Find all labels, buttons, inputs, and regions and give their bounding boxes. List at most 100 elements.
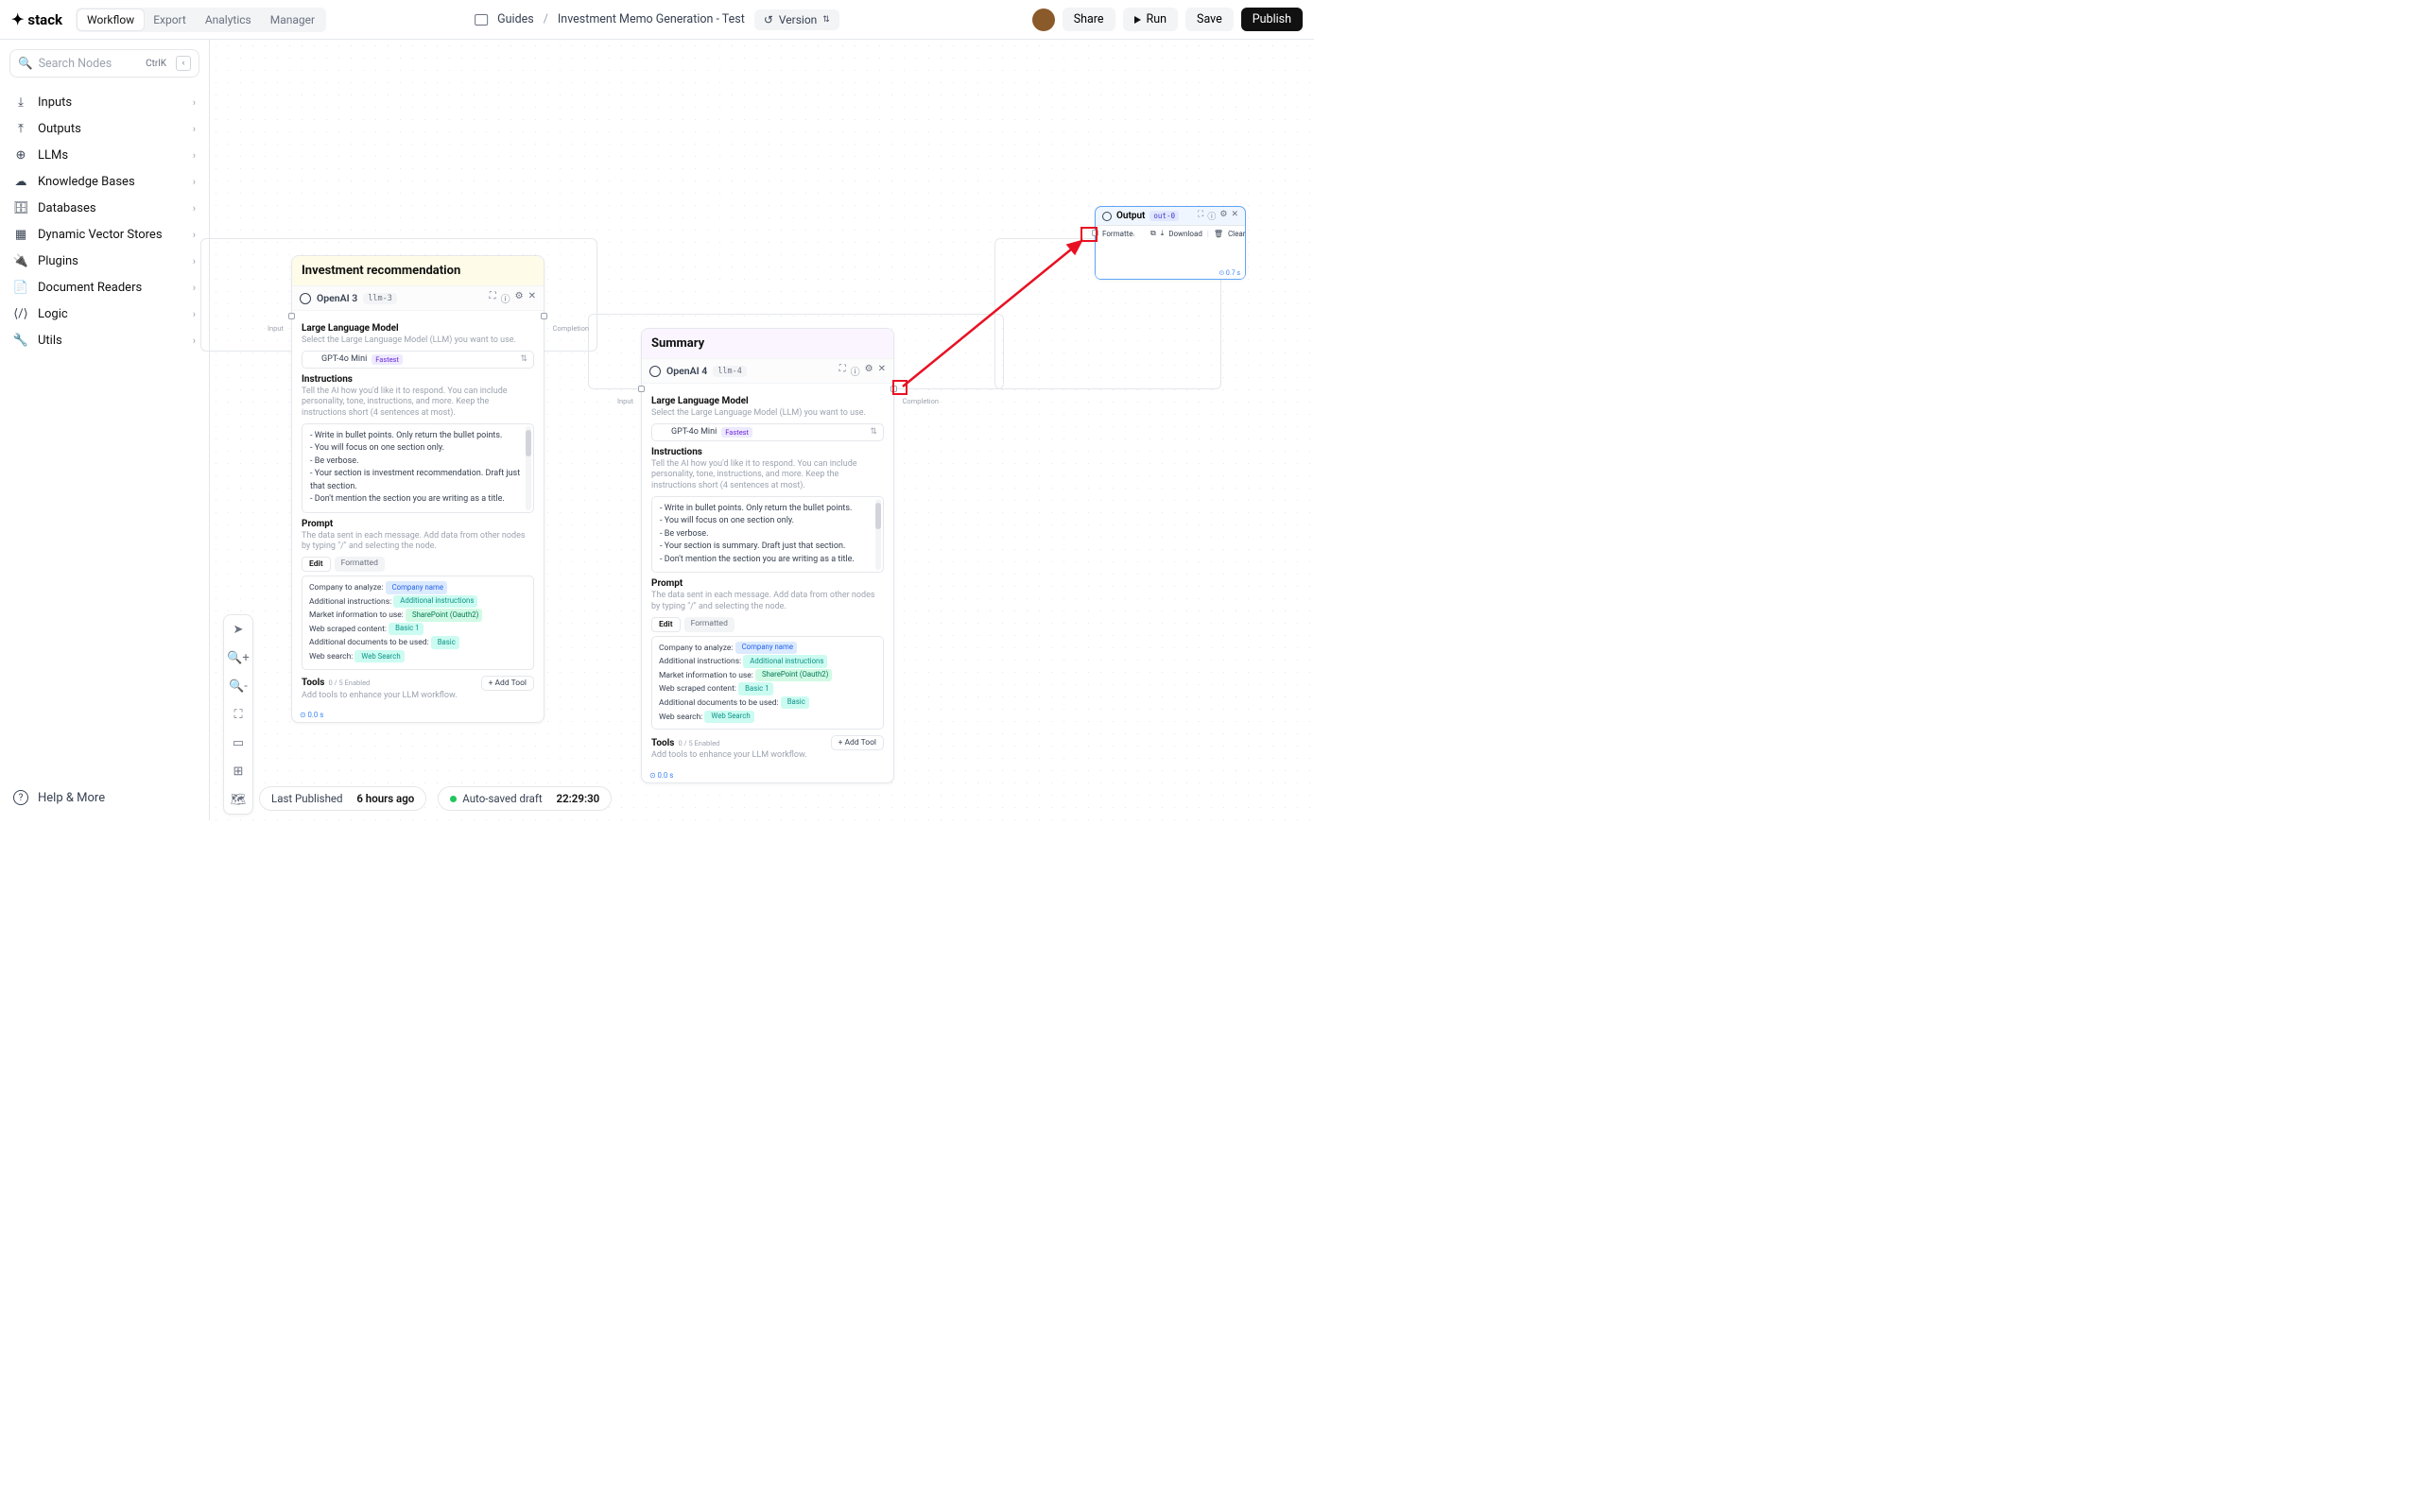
zoom-in-tool[interactable]: 🔍+: [224, 644, 252, 672]
expand-icon[interactable]: ⛶: [490, 291, 496, 305]
chip-company-name[interactable]: Company name: [735, 642, 797, 654]
chip-basic[interactable]: Basic: [781, 696, 809, 709]
instructions-textarea[interactable]: Write in bullet points. Only return the …: [651, 496, 884, 574]
chip-basic1[interactable]: Basic 1: [389, 623, 423, 635]
run-button[interactable]: Run: [1123, 8, 1179, 31]
scrollbar[interactable]: [875, 499, 881, 571]
node-summary[interactable]: Summary OpenAI 4 llm-4 ⛶ ⓘ ⚙ ✕ Large Lan…: [641, 328, 894, 783]
help-more[interactable]: ?Help & More: [9, 784, 199, 811]
chip-sharepoint[interactable]: SharePoint (Oauth2): [406, 609, 482, 621]
node-model-name: OpenAI 3: [317, 292, 357, 304]
port-input[interactable]: [288, 313, 295, 319]
tab-export[interactable]: Export: [144, 9, 196, 30]
fit-view-tool[interactable]: ⛶: [224, 700, 252, 729]
prompt-label: Additional documents to be used:: [659, 698, 779, 708]
section-llm-desc: Select the Large Language Model (LLM) yo…: [302, 335, 534, 347]
chip-websearch[interactable]: Web Search: [354, 650, 404, 662]
share-button[interactable]: Share: [1063, 8, 1115, 31]
tab-edit[interactable]: Edit: [302, 557, 331, 572]
instructions-textarea[interactable]: Write in bullet points. Only return the …: [302, 423, 534, 513]
port-output[interactable]: [541, 313, 547, 319]
cat-utils[interactable]: 🔧Utils›: [9, 327, 199, 353]
chip-additional-instructions[interactable]: Additional instructions: [393, 595, 477, 608]
gear-icon[interactable]: ⚙: [865, 364, 873, 378]
version-selector[interactable]: ↺Version⇅: [754, 9, 839, 30]
sidebar: 🔍 Search Nodes CtrlK ‹ ⤓Inputs› ⤒Outputs…: [0, 40, 210, 820]
scrollbar[interactable]: [526, 426, 531, 510]
collapse-sidebar-icon[interactable]: ‹: [176, 56, 191, 71]
save-button[interactable]: Save: [1185, 8, 1234, 31]
info-icon[interactable]: ⓘ: [501, 291, 510, 305]
close-icon[interactable]: ✕: [1231, 210, 1238, 222]
clear-label[interactable]: Clear: [1228, 230, 1245, 238]
close-icon[interactable]: ✕: [878, 364, 886, 378]
cat-vector[interactable]: ▦Dynamic Vector Stores›: [9, 221, 199, 248]
status-row: Last Published 6 hours ago Auto-saved dr…: [259, 786, 612, 811]
port-input-label: Input: [268, 324, 284, 333]
chevron-updown-icon: ⇅: [520, 354, 527, 364]
tab-formatted[interactable]: Formatted: [684, 617, 735, 632]
grid-tool[interactable]: ⊞: [224, 757, 252, 785]
cat-plugins[interactable]: 🔌Plugins›: [9, 248, 199, 274]
folder-icon: [475, 14, 488, 26]
expand-icon[interactable]: ⛶: [1198, 210, 1203, 222]
add-tool-button[interactable]: + Add Tool: [481, 676, 534, 691]
info-icon[interactable]: ⓘ: [1207, 210, 1216, 222]
section-llm-desc: Select the Large Language Model (LLM) yo…: [651, 408, 884, 420]
map-tool[interactable]: 🗺: [224, 785, 252, 814]
cat-llms[interactable]: ⊕LLMs›: [9, 142, 199, 168]
add-tool-button[interactable]: + Add Tool: [831, 735, 884, 750]
cat-outputs[interactable]: ⤒Outputs›: [9, 115, 199, 142]
gear-icon[interactable]: ⚙: [1219, 210, 1227, 222]
tab-formatted[interactable]: Formatted: [335, 557, 385, 572]
database-icon: 🗄: [13, 200, 28, 215]
instruction-line: You will focus on one section only.: [310, 442, 526, 455]
chip-basic[interactable]: Basic: [431, 636, 459, 648]
crumb-guides[interactable]: Guides: [497, 12, 534, 26]
upload-icon: ⤒: [13, 121, 28, 136]
node-output[interactable]: Output out-0 ⛶ ⓘ ⚙ ✕ Formatted ⧉ ⤓Downlo…: [1095, 206, 1246, 280]
zoom-out-tool[interactable]: 🔍-: [224, 672, 252, 700]
prompt-textarea[interactable]: Company to analyze: Company name Additio…: [302, 576, 534, 669]
node-title: Investment recommendation: [292, 256, 544, 285]
note-tool[interactable]: ▭: [224, 729, 252, 757]
tab-analytics[interactable]: Analytics: [196, 9, 261, 30]
model-selector[interactable]: GPT-4o Mini Fastest ⇅: [302, 351, 534, 369]
cat-docreaders[interactable]: 📄Document Readers›: [9, 274, 199, 301]
cursor-tool[interactable]: ➤: [224, 615, 252, 644]
tools-header: Tools 0 / 5 Enabled + Add Tool: [302, 676, 534, 691]
cat-knowledge[interactable]: ☁Knowledge Bases›: [9, 168, 199, 195]
canvas-tools: ➤ 🔍+ 🔍- ⛶ ▭ ⊞ 🗺: [223, 614, 253, 815]
chip-sharepoint[interactable]: SharePoint (Oauth2): [755, 669, 832, 681]
node-investment-recommendation[interactable]: Investment recommendation OpenAI 3 llm-3…: [291, 255, 544, 723]
clear-icon[interactable]: 🗑: [1214, 230, 1223, 238]
port-input[interactable]: [638, 386, 645, 392]
chip-additional-instructions[interactable]: Additional instructions: [743, 655, 827, 667]
cat-databases[interactable]: 🗄Databases›: [9, 195, 199, 221]
cat-inputs[interactable]: ⤓Inputs›: [9, 89, 199, 115]
tab-manager[interactable]: Manager: [261, 9, 324, 30]
cat-logic[interactable]: ⟨/⟩Logic›: [9, 301, 199, 327]
section-tools-heading: Tools: [651, 738, 674, 748]
expand-icon[interactable]: ⛶: [839, 364, 846, 378]
model-speed-tag: Fastest: [372, 354, 403, 365]
publish-button[interactable]: Publish: [1241, 8, 1303, 31]
gear-icon[interactable]: ⚙: [515, 291, 524, 305]
crumb-current[interactable]: Investment Memo Generation - Test: [558, 12, 745, 26]
tab-edit[interactable]: Edit: [651, 617, 681, 632]
search-input[interactable]: 🔍 Search Nodes CtrlK ‹: [9, 49, 199, 77]
chip-websearch[interactable]: Web Search: [704, 711, 753, 723]
info-icon[interactable]: ⓘ: [851, 364, 860, 378]
model-selector[interactable]: GPT-4o Mini Fastest ⇅: [651, 423, 884, 441]
prompt-label: Web search:: [309, 652, 353, 662]
prompt-textarea[interactable]: Company to analyze: Company name Additio…: [651, 636, 884, 730]
section-prompt-desc: The data sent in each message. Add data …: [651, 591, 884, 612]
download-icon[interactable]: ⤓: [1161, 229, 1165, 238]
avatar[interactable]: [1032, 9, 1055, 31]
chip-basic1[interactable]: Basic 1: [738, 682, 772, 695]
workflow-canvas[interactable]: Investment recommendation OpenAI 3 llm-3…: [210, 40, 1314, 820]
close-icon[interactable]: ✕: [528, 291, 536, 305]
chip-company-name[interactable]: Company name: [386, 581, 447, 593]
tab-workflow[interactable]: Workflow: [78, 9, 144, 30]
copy-icon[interactable]: ⧉: [1150, 229, 1156, 238]
